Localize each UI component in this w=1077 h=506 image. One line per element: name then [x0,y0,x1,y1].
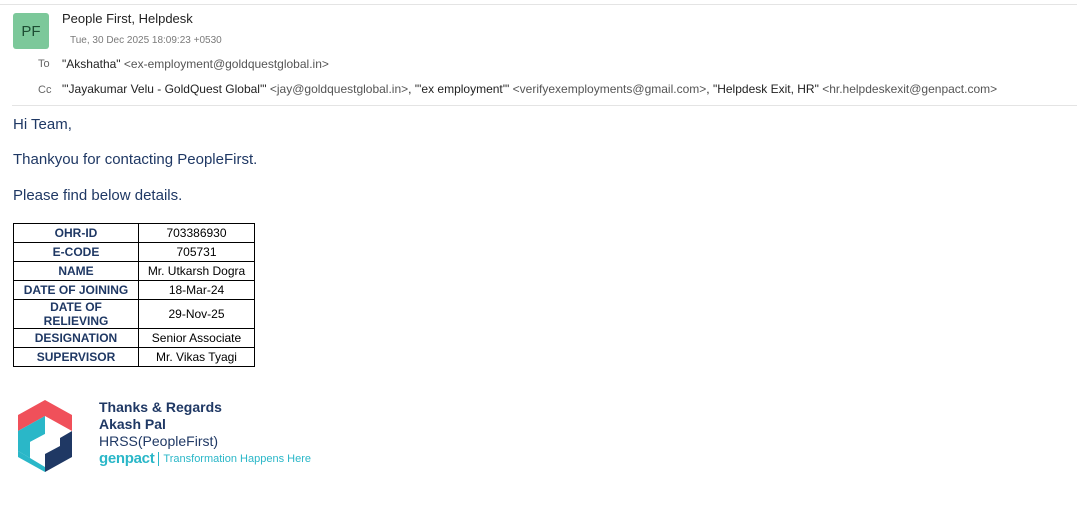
recipient-separator: , [408,82,412,96]
recipient-name[interactable]: "Helpdesk Exit, HR" [713,82,819,96]
field-label: SUPERVISOR [13,347,139,367]
recipient-separator: , [706,82,710,96]
signature-brand: genpact Transformation Happens Here [99,450,311,467]
body-line-1: Thankyou for contacting PeopleFirst. [13,151,258,168]
signature-department: HRSS(PeopleFirst) [99,433,219,449]
sender-name[interactable]: People First, Helpdesk [62,11,193,26]
field-value: 29-Nov-25 [138,299,255,329]
brand-divider [158,451,160,466]
brand-tagline: Transformation Happens Here [163,452,311,465]
to-label: To [38,58,50,70]
recipient-name[interactable]: "'ex employment'" [415,82,509,96]
field-value: 703386930 [138,223,255,243]
table-row: DATE OF JOINING 18-Mar-24 [13,280,255,300]
header-divider [12,105,1077,106]
field-label: DATE OF RELIEVING [13,299,139,329]
recipient-address[interactable]: <ex-employment@goldquestglobal.in> [124,57,329,71]
email-date: Tue, 30 Dec 2025 18:09:23 +0530 [70,35,222,46]
table-row: E-CODE 705731 [13,242,255,262]
signature-name: Akash Pal [99,416,166,432]
recipient-name[interactable]: "Akshatha" [62,57,121,71]
body-line-2: Please find below details. [13,187,183,204]
field-value: Mr. Vikas Tyagi [138,347,255,367]
genpact-logo-icon [16,398,74,479]
recipient-address[interactable]: <hr.helpdeskexit@genpact.com> [822,82,997,96]
recipient-address[interactable]: <verifyexemployments@gmail.com> [513,82,707,96]
field-value: 705731 [138,242,255,262]
cc-label: Cc [38,84,52,96]
signature-regards: Thanks & Regards [99,399,222,415]
field-label: DESIGNATION [13,328,139,348]
table-row: DATE OF RELIEVING 29-Nov-25 [13,299,255,329]
field-label: E-CODE [13,242,139,262]
to-recipients: "Akshatha" <ex-employment@goldquestgloba… [62,57,329,71]
sender-avatar: PF [13,13,49,49]
recipient-address[interactable]: <jay@goldquestglobal.in> [270,82,408,96]
field-value: Senior Associate [138,328,255,348]
field-label: OHR-ID [13,223,139,243]
greeting: Hi Team, [13,116,72,133]
table-row: OHR-ID 703386930 [13,223,255,243]
top-divider [0,4,1077,5]
table-row: NAME Mr. Utkarsh Dogra [13,261,255,281]
field-value: 18-Mar-24 [138,280,255,300]
field-label: DATE OF JOINING [13,280,139,300]
cc-recipients: "'Jayakumar Velu - GoldQuest Global'" <j… [62,82,997,96]
employee-details-table: OHR-ID 703386930 E-CODE 705731 NAME Mr. … [13,223,255,367]
field-value: Mr. Utkarsh Dogra [138,261,255,281]
brand-wordmark: genpact [99,450,155,467]
recipient-name[interactable]: "'Jayakumar Velu - GoldQuest Global'" [62,82,267,96]
table-row: SUPERVISOR Mr. Vikas Tyagi [13,347,255,367]
table-row: DESIGNATION Senior Associate [13,328,255,348]
field-label: NAME [13,261,139,281]
